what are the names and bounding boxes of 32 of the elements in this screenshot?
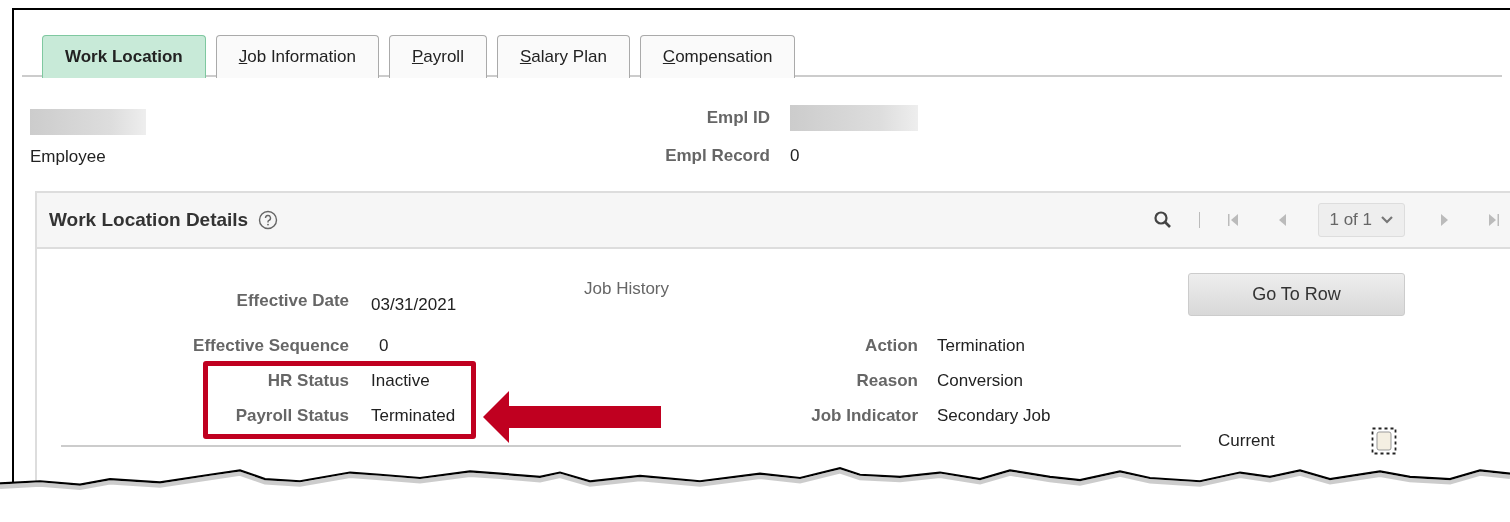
tab[interactable]: Salary Plan [496, 35, 630, 78]
last-page-icon[interactable] [1487, 212, 1501, 228]
field-label: Effective Date [235, 291, 349, 311]
help-icon[interactable] [258, 210, 279, 230]
field-label: Empl ID [705, 108, 770, 128]
field-value: 0 [378, 336, 390, 356]
field-label: Effective Sequence [192, 336, 349, 356]
tab[interactable]: Work Location [42, 35, 206, 78]
field-value: Inactive [370, 371, 431, 391]
field-label: Empl Record [664, 146, 770, 166]
field-label: HR Status [266, 371, 349, 391]
section-label: Job History [583, 279, 671, 299]
tab[interactable]: Payroll [388, 35, 487, 78]
chevron-icon [1380, 215, 1394, 225]
field-value: Conversion [936, 371, 1024, 391]
field-value: Secondary Job [936, 406, 1052, 426]
panel-title: Work Location Details [49, 209, 249, 231]
field-label: Reason [855, 371, 918, 391]
current-label: Current [1218, 431, 1275, 451]
field-value: Terminated [370, 406, 457, 426]
field-label: Action [864, 336, 918, 356]
field-value: 0 [790, 146, 800, 166]
field-label: Job Indicator [810, 406, 918, 426]
page-dropdown[interactable]: 1 of 1 [1318, 203, 1405, 237]
field-label: Payroll Status [234, 406, 349, 426]
field-value: 03/31/2021 [370, 295, 458, 315]
first-page-icon[interactable] [1226, 212, 1241, 228]
field-value: Termination [936, 336, 1026, 356]
employee-label: Employee [30, 147, 107, 167]
go-to-row-button[interactable]: Go To Row [1188, 273, 1405, 316]
tab[interactable]: Compensation [639, 35, 796, 78]
tab[interactable]: Job Information [215, 35, 379, 78]
